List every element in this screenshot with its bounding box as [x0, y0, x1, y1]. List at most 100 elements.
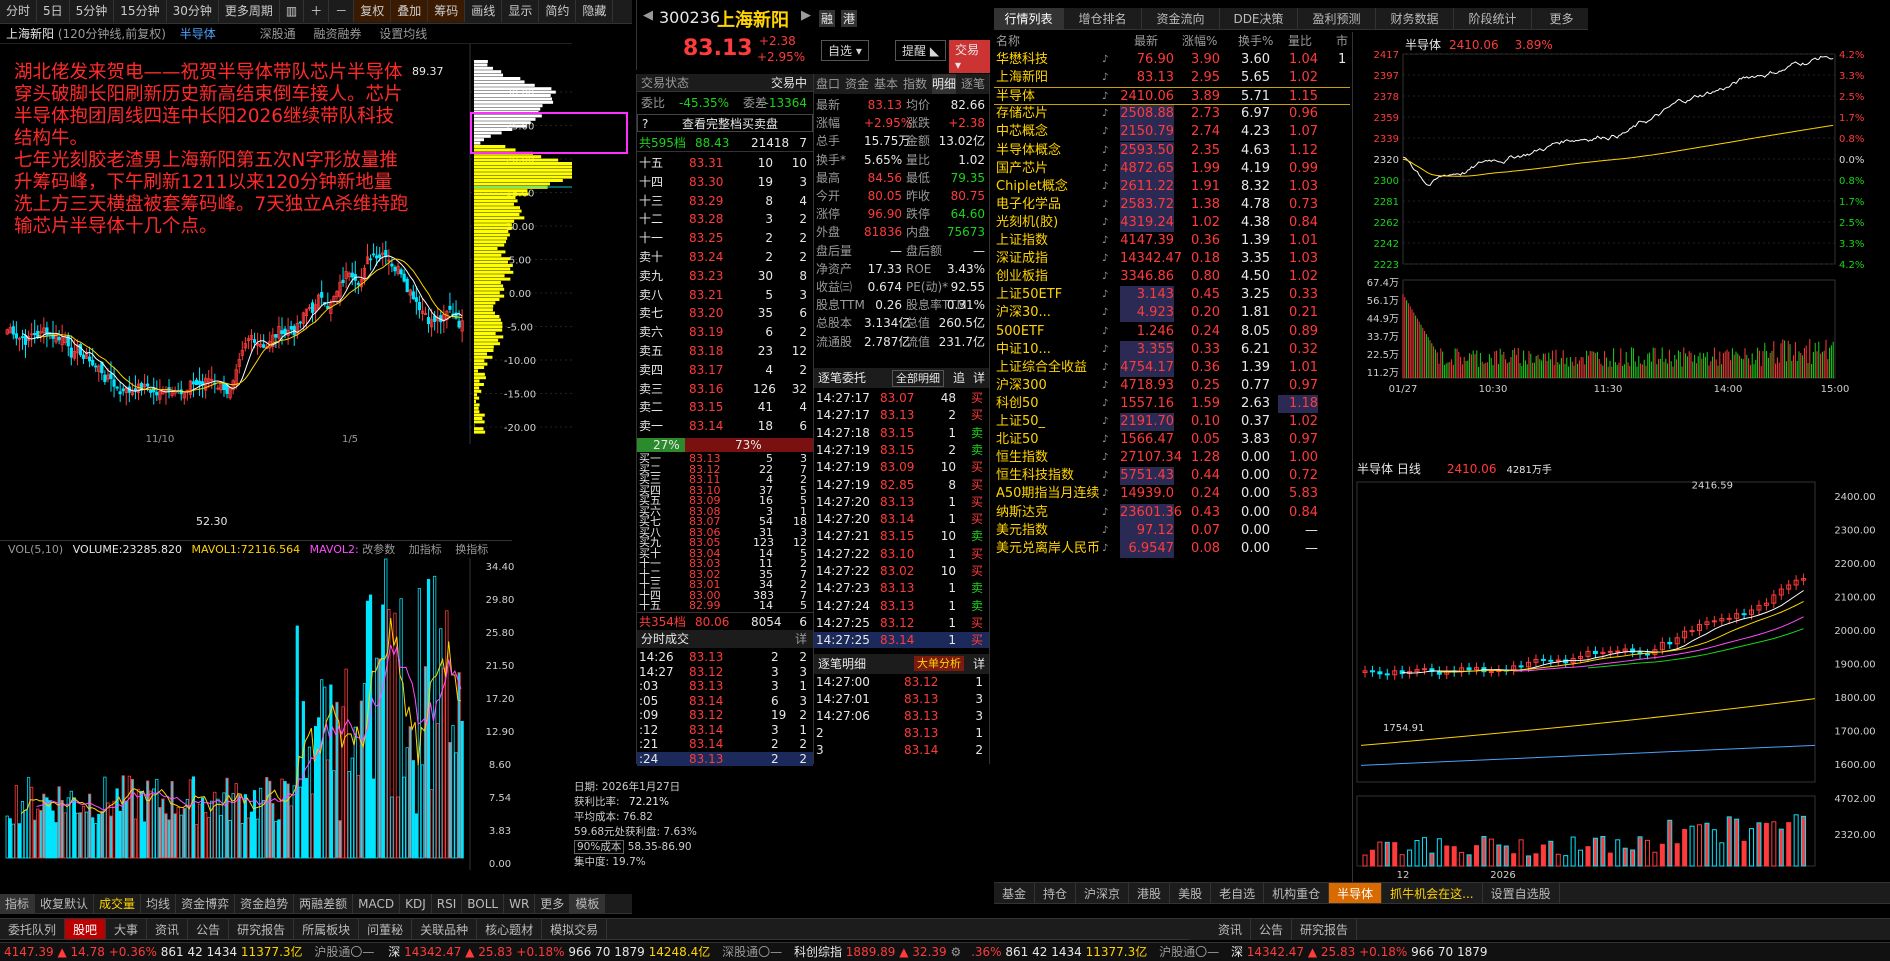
- tab-ask-secretary[interactable]: 问董秘: [359, 919, 413, 939]
- tab-related[interactable]: 关联品种: [412, 919, 478, 939]
- market-row[interactable]: 光刻机(胶) ♪ 4319.24 1.02 4.38 0.84: [994, 213, 1350, 232]
- period-5min[interactable]: 5分钟: [70, 0, 115, 22]
- quote-tab-1[interactable]: 资金: [845, 74, 869, 94]
- market-row[interactable]: 华懋科技 ♪ 76.90 3.90 3.60 1.04 1: [994, 51, 1350, 69]
- tab-events[interactable]: 大事: [106, 919, 148, 939]
- sh-index[interactable]: 4147.39: [4, 945, 54, 959]
- alert-button[interactable]: 提醒 ◣: [895, 40, 947, 61]
- market-tab-3[interactable]: DDE决策: [1220, 8, 1298, 29]
- quote-tab-0[interactable]: 盘口: [816, 74, 840, 94]
- market-row[interactable]: 沪深30... ♪ 4.923 0.20 1.81 0.21: [994, 304, 1350, 323]
- market-row[interactable]: 上证50ETF ♪ 3.143 0.45 3.25 0.33: [994, 286, 1350, 305]
- market-tab-7[interactable]: 更多: [1532, 8, 1588, 29]
- market-row[interactable]: Chiplet概念 ♪ 2611.22 1.91 8.32 1.03: [994, 177, 1350, 196]
- tab-sectors[interactable]: 所属板块: [294, 919, 360, 939]
- market-bottom-tab-8[interactable]: 抓牛机会在这...: [1382, 883, 1483, 903]
- market-row[interactable]: 电子化学品 ♪ 2583.72 1.38 4.78 0.73: [994, 195, 1350, 214]
- tab-research[interactable]: 研究报告: [229, 919, 295, 939]
- market-tab-5[interactable]: 财务数据: [1376, 8, 1454, 29]
- tab-announcement[interactable]: 公告: [188, 919, 230, 939]
- market-row[interactable]: 500ETF ♪ 1.246 0.24 8.05 0.89: [994, 323, 1350, 341]
- market-row[interactable]: 北证50 ♪ 1566.47 0.05 3.83 0.97: [994, 431, 1350, 449]
- market-tab-1[interactable]: 增仓排名: [1064, 8, 1142, 29]
- intraday-mini-chart[interactable]: 2417 4.2% 2397 3.3% 2378 2.5% 2359 1.7% 2339 0.8%…: [1353, 50, 1890, 476]
- market-bottom-tab-6[interactable]: 机构重仓: [1264, 883, 1330, 903]
- rtab-news[interactable]: 资讯: [1210, 919, 1252, 940]
- market-row[interactable]: 上证综合全收益 ♪ 4754.17 0.36 1.39 1.01: [994, 358, 1350, 377]
- period-more[interactable]: 更多周期: [219, 0, 280, 22]
- market-tab-4[interactable]: 盈利预测: [1298, 8, 1376, 29]
- ind-wr[interactable]: WR: [504, 894, 536, 913]
- period-5day[interactable]: 5日: [37, 0, 70, 22]
- grid-icon[interactable]: ▥: [280, 0, 305, 22]
- market-row[interactable]: 存储芯片 ♪ 2508.88 2.73 6.97 0.96: [994, 105, 1350, 124]
- ind-rsi[interactable]: RSI: [432, 894, 463, 913]
- trade-button[interactable]: 交易 ▾: [949, 40, 990, 73]
- ind-kdj[interactable]: KDJ: [400, 894, 432, 913]
- tab-order-queue[interactable]: 委托队列: [0, 919, 66, 939]
- ind-macd[interactable]: MACD: [353, 894, 401, 913]
- link-add-indicator[interactable]: 加指标: [409, 543, 442, 556]
- rtab-research[interactable]: 研究报告: [1292, 919, 1358, 940]
- next-stock-icon[interactable]: ▶: [801, 8, 811, 23]
- ind-template[interactable]: 模板: [570, 894, 606, 913]
- tab-core-theme[interactable]: 核心题材: [477, 919, 543, 939]
- market-row[interactable]: A50期指当月连续 ♪ 14939.0 0.24 0.00 5.83: [994, 485, 1350, 503]
- market-row[interactable]: 美元兑离岸人民币 ♪ 6.9547 0.08 0.00 —: [994, 539, 1350, 558]
- market-row[interactable]: 恒生科技指数 ♪ 5751.43 0.44 0.00 0.72: [994, 467, 1350, 486]
- tab-forum[interactable]: 股吧: [65, 919, 107, 939]
- market-row[interactable]: 半导体概念 ♪ 2593.50 2.35 4.63 1.12: [994, 141, 1350, 160]
- compare-label[interactable]: 半导体: [180, 27, 216, 41]
- plus-icon[interactable]: ＋: [304, 0, 330, 22]
- ind-reset[interactable]: 收复默认: [35, 894, 95, 913]
- market-row[interactable]: 美元指数 ♪ 97.12 0.07 0.00 —: [994, 521, 1350, 540]
- chip-button[interactable]: 筹码: [428, 0, 466, 22]
- minus-icon[interactable]: －: [329, 0, 355, 22]
- ind-boll[interactable]: BOLL: [462, 894, 505, 913]
- period-intraday[interactable]: 分时: [0, 0, 38, 22]
- market-bottom-tab-2[interactable]: 沪深京: [1076, 883, 1130, 903]
- link-edit-params[interactable]: 改参数: [362, 543, 395, 556]
- link-sz-connect[interactable]: 深股通: [260, 27, 296, 41]
- market-bottom-tab-0[interactable]: 基金: [994, 883, 1036, 903]
- market-row[interactable]: 上证50_ ♪ 2191.70 0.10 0.37 1.02: [994, 413, 1350, 431]
- period-15min[interactable]: 15分钟: [114, 0, 167, 22]
- market-tab-2[interactable]: 资金流向: [1142, 8, 1220, 29]
- market-tab-6[interactable]: 阶段统计: [1454, 8, 1532, 29]
- prev-stock-icon[interactable]: ◀: [643, 8, 653, 23]
- market-row[interactable]: 深证成指 ♪ 14342.47 0.18 3.35 1.03: [994, 250, 1350, 268]
- period-30min[interactable]: 30分钟: [167, 0, 219, 22]
- tab-sim-trade[interactable]: 模拟交易: [542, 919, 608, 939]
- daily-kline-chart[interactable]: 2400.00 2300.00 2200.00 2100.00 2000.00 1900.…: [1353, 476, 1890, 882]
- quote-tab-3[interactable]: 指数: [903, 74, 927, 94]
- market-row[interactable]: 半导体 ♪ 2410.06 3.89 5.71 1.15: [994, 87, 1350, 106]
- ind-margin[interactable]: 两融差额: [294, 894, 354, 913]
- market-bottom-tab-1[interactable]: 持仓: [1035, 883, 1077, 903]
- display-button[interactable]: 显示: [502, 0, 540, 22]
- market-bottom-tab-3[interactable]: 港股: [1129, 883, 1171, 903]
- hide-button[interactable]: 隐藏: [576, 0, 614, 22]
- market-row[interactable]: 科创50 ♪ 1557.16 1.59 2.63 1.18: [994, 394, 1350, 413]
- tab-news[interactable]: 资讯: [147, 919, 189, 939]
- market-row[interactable]: 中证10... ♪ 3.355 0.33 6.21 0.32: [994, 340, 1350, 359]
- market-row[interactable]: 沪深300 ♪ 4718.93 0.25 0.77 0.97: [994, 377, 1350, 395]
- market-row[interactable]: 中芯概念 ♪ 2150.79 2.74 4.23 1.07: [994, 123, 1350, 142]
- simple-button[interactable]: 简约: [539, 0, 577, 22]
- market-bottom-tab-5[interactable]: 老自选: [1211, 883, 1265, 903]
- market-row[interactable]: 创业板指 ♪ 3346.86 0.80 4.50 1.02: [994, 268, 1350, 286]
- watchlist-button[interactable]: 自选 ▾: [821, 40, 869, 61]
- adjust-button[interactable]: 复权: [354, 0, 392, 22]
- ind-volume[interactable]: 成交量: [94, 894, 142, 913]
- rtab-announce[interactable]: 公告: [1251, 919, 1293, 940]
- link-ma-settings[interactable]: 设置均线: [379, 27, 427, 41]
- market-bottom-tab-9[interactable]: 设置自选股: [1483, 883, 1560, 903]
- quote-tab-2[interactable]: 基本: [874, 74, 898, 94]
- quote-tab-5[interactable]: 逐笔: [961, 74, 985, 94]
- link-margin[interactable]: 融资融券: [313, 27, 361, 41]
- ind-fund-game[interactable]: 资金博弈: [176, 894, 236, 913]
- overlay-button[interactable]: 叠加: [391, 0, 429, 22]
- market-row[interactable]: 上证指数 ♪ 4147.39 0.36 1.39 1.01: [994, 232, 1350, 250]
- full-book-button[interactable]: ? 查看完整档买卖盘: [637, 114, 813, 132]
- market-row[interactable]: 恒生指数 ♪ 27107.34 1.28 0.00 1.00: [994, 449, 1350, 467]
- ind-fund-trend[interactable]: 资金趋势: [235, 894, 295, 913]
